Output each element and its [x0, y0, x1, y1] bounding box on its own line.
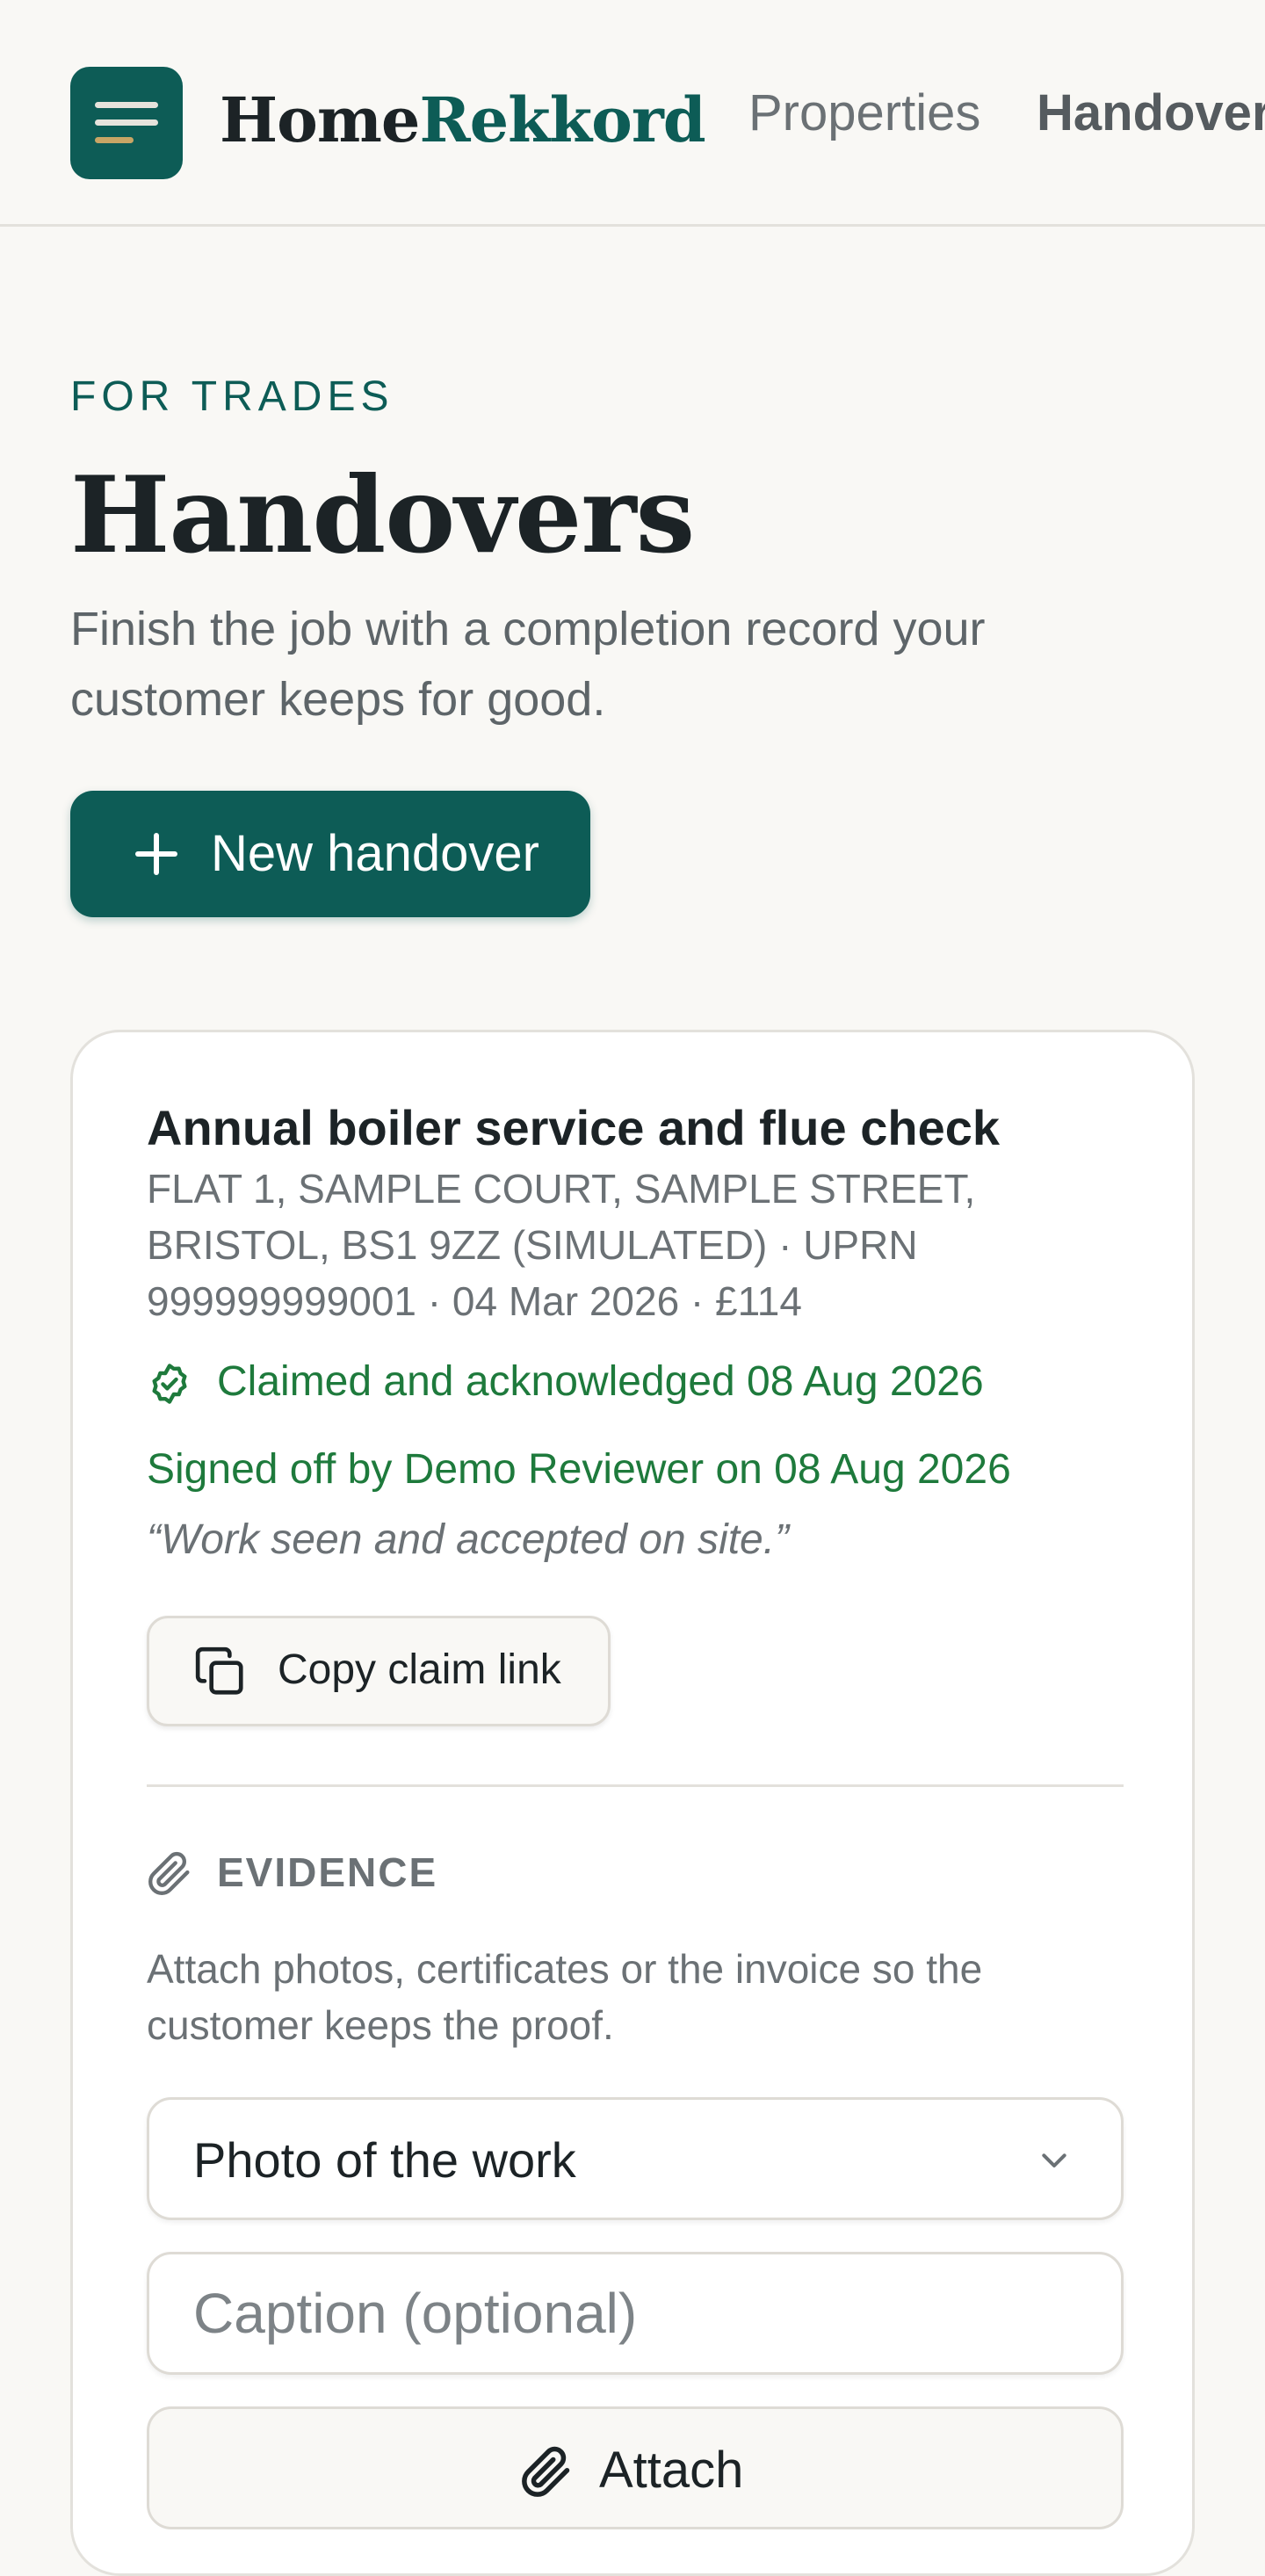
attach-label: Attach	[599, 2442, 744, 2499]
brand-home: Home	[220, 83, 420, 156]
caption-input[interactable]	[147, 2252, 1124, 2375]
handover-meta: FLAT 1, SAMPLE COURT, SAMPLE STREET, BRI…	[147, 1166, 976, 1324]
evidence-type-select[interactable]: Photo of the work	[147, 2097, 1124, 2220]
handover-title: Annual boiler service and flue check	[147, 1100, 1001, 1155]
eyebrow-label: FOR TRADES	[70, 373, 394, 420]
copy-icon	[195, 1646, 243, 1695]
nav-handovers[interactable]: Handovers	[1037, 83, 1265, 144]
brand-rekkord: Rekkord	[419, 83, 705, 156]
nav-properties[interactable]: Properties	[748, 83, 980, 144]
evidence-heading-text: EVIDENCE	[217, 1849, 438, 1895]
new-handover-label: New handover	[211, 825, 539, 882]
signed-off-text: Signed off by Demo Reviewer on 08 Aug 20…	[147, 1446, 1011, 1493]
paperclip-icon	[148, 1851, 190, 1895]
reviewer-quote: “Work seen and accepted on site.”	[147, 1516, 790, 1563]
badge-check-icon	[152, 1364, 187, 1404]
page-title: Handovers	[70, 453, 695, 577]
claimed-text: Claimed and acknowledged 08 Aug 2026	[217, 1358, 984, 1405]
copy-claim-link-button[interactable]: Copy claim link	[147, 1616, 611, 1726]
new-handover-button[interactable]: New handover	[70, 791, 590, 917]
plus-icon	[134, 831, 179, 877]
chevron-down-icon	[1042, 2153, 1066, 2167]
divider	[147, 1784, 1124, 1787]
menu-button[interactable]	[70, 67, 183, 179]
copy-claim-link-label: Copy claim link	[278, 1646, 561, 1693]
page-lead: Finish the job with a completion record …	[70, 603, 986, 726]
handover-card: Annual boiler service and flue check FLA…	[70, 1030, 1195, 2576]
menu-icon	[95, 102, 158, 108]
paperclip-icon	[522, 2446, 570, 2497]
menu-icon-line	[95, 137, 134, 143]
brand-logo[interactable]: HomeRekkord	[220, 81, 706, 160]
attach-button[interactable]: Attach	[147, 2406, 1124, 2529]
evidence-description: Attach photos, certificates or the invoi…	[147, 1946, 983, 2048]
menu-icon-line	[95, 119, 158, 126]
top-bar: HomeRekkord Properties Handovers	[0, 0, 1265, 227]
evidence-type-value: Photo of the work	[193, 2132, 576, 2188]
